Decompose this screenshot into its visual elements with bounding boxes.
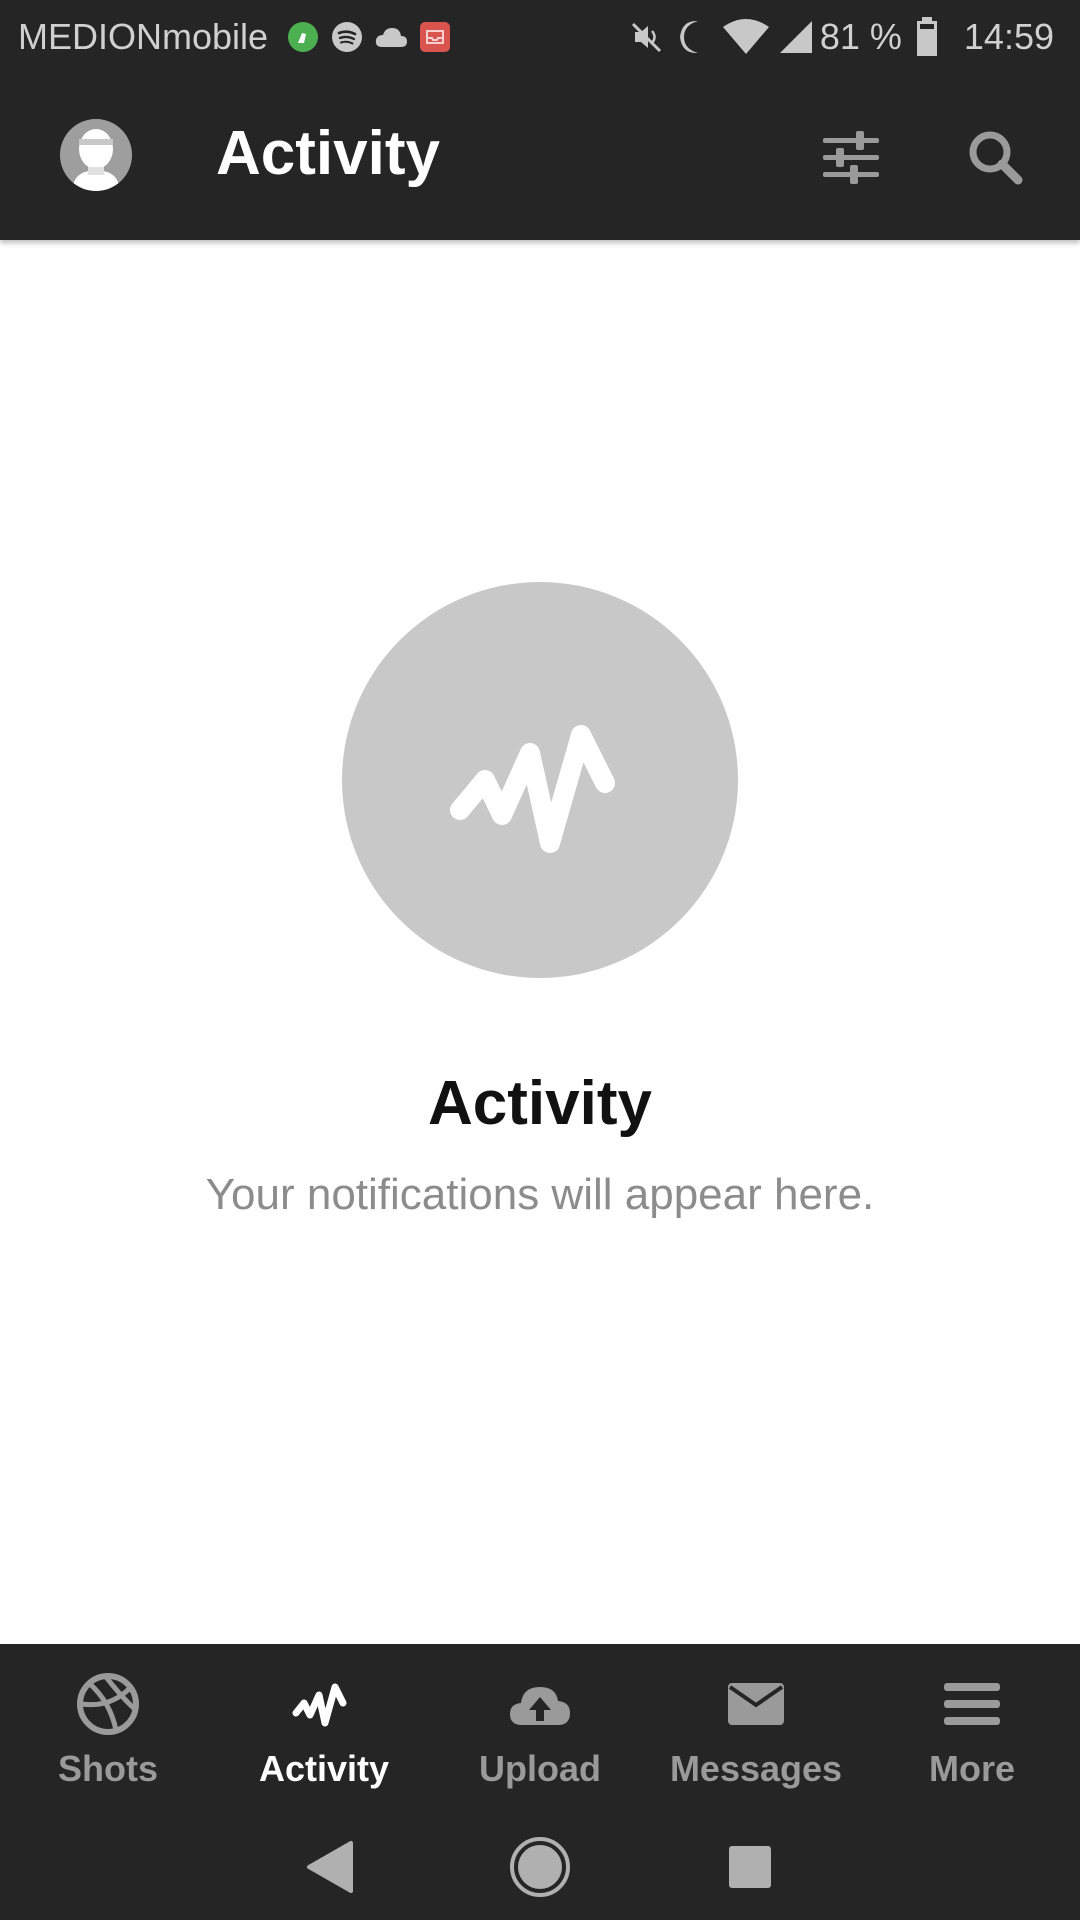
do-not-disturb-moon-icon [678, 19, 708, 55]
app-bar: Activity [0, 74, 1080, 240]
cell-signal-icon [778, 20, 814, 54]
search-icon [969, 131, 1023, 185]
nav-label-messages: Messages [669, 1748, 843, 1789]
nav-label-activity: Activity [258, 1748, 390, 1789]
dribbble-ball-icon [73, 1672, 143, 1736]
cloud-icon [374, 20, 408, 54]
nav-item-messages[interactable]: Messages [648, 1644, 864, 1814]
activity-pulse-icon [289, 1672, 359, 1736]
nav-item-shots[interactable]: Shots [0, 1644, 216, 1814]
filter-sliders-icon [823, 131, 879, 184]
back-icon [307, 1841, 353, 1893]
status-time: 14:59 [963, 16, 1054, 57]
search-button[interactable] [964, 126, 1026, 188]
page-title: Activity [216, 119, 440, 188]
battery-percent: 81 % [819, 16, 902, 57]
inbox-icon [418, 20, 452, 54]
home-icon [510, 1837, 570, 1897]
screen: MEDIONmobile 81 % 14:59 Activity Activit… [0, 0, 1080, 1920]
activity-pulse-icon [450, 725, 615, 853]
carrier-name: MEDIONmobile [18, 16, 269, 57]
hamburger-menu-icon [937, 1672, 1007, 1736]
home-button[interactable] [485, 1827, 595, 1907]
status-bar: MEDIONmobile 81 % 14:59 [0, 0, 1080, 74]
cleaner-icon [286, 20, 320, 54]
nav-item-more[interactable]: More [864, 1644, 1080, 1814]
empty-state-illustration [342, 582, 738, 978]
envelope-icon [721, 1672, 791, 1736]
status-left: MEDIONmobile [18, 16, 452, 58]
avatar[interactable] [60, 119, 132, 191]
nav-item-upload[interactable]: Upload [432, 1644, 648, 1814]
recents-button[interactable] [695, 1827, 805, 1907]
spotify-icon [330, 20, 364, 54]
nav-item-activity[interactable]: Activity [216, 1644, 432, 1814]
mute-icon [630, 20, 664, 54]
wifi-icon [722, 19, 770, 55]
recents-icon [729, 1846, 771, 1888]
empty-state-subtitle: Your notifications will appear here. [205, 1170, 875, 1219]
nav-label-more: More [928, 1748, 1015, 1789]
empty-state-title: Activity [428, 1069, 652, 1138]
system-navigation-bar [0, 1814, 1080, 1920]
cloud-upload-icon [505, 1672, 575, 1736]
bottom-navigation: Shots Activity Upload Messages More [0, 1644, 1080, 1814]
status-right: 81 % 14:59 [616, 16, 1054, 58]
nav-label-shots: Shots [57, 1748, 158, 1789]
battery-icon [916, 17, 938, 57]
back-button[interactable] [275, 1827, 385, 1907]
nav-label-upload: Upload [479, 1748, 601, 1789]
filter-button[interactable] [820, 126, 882, 188]
